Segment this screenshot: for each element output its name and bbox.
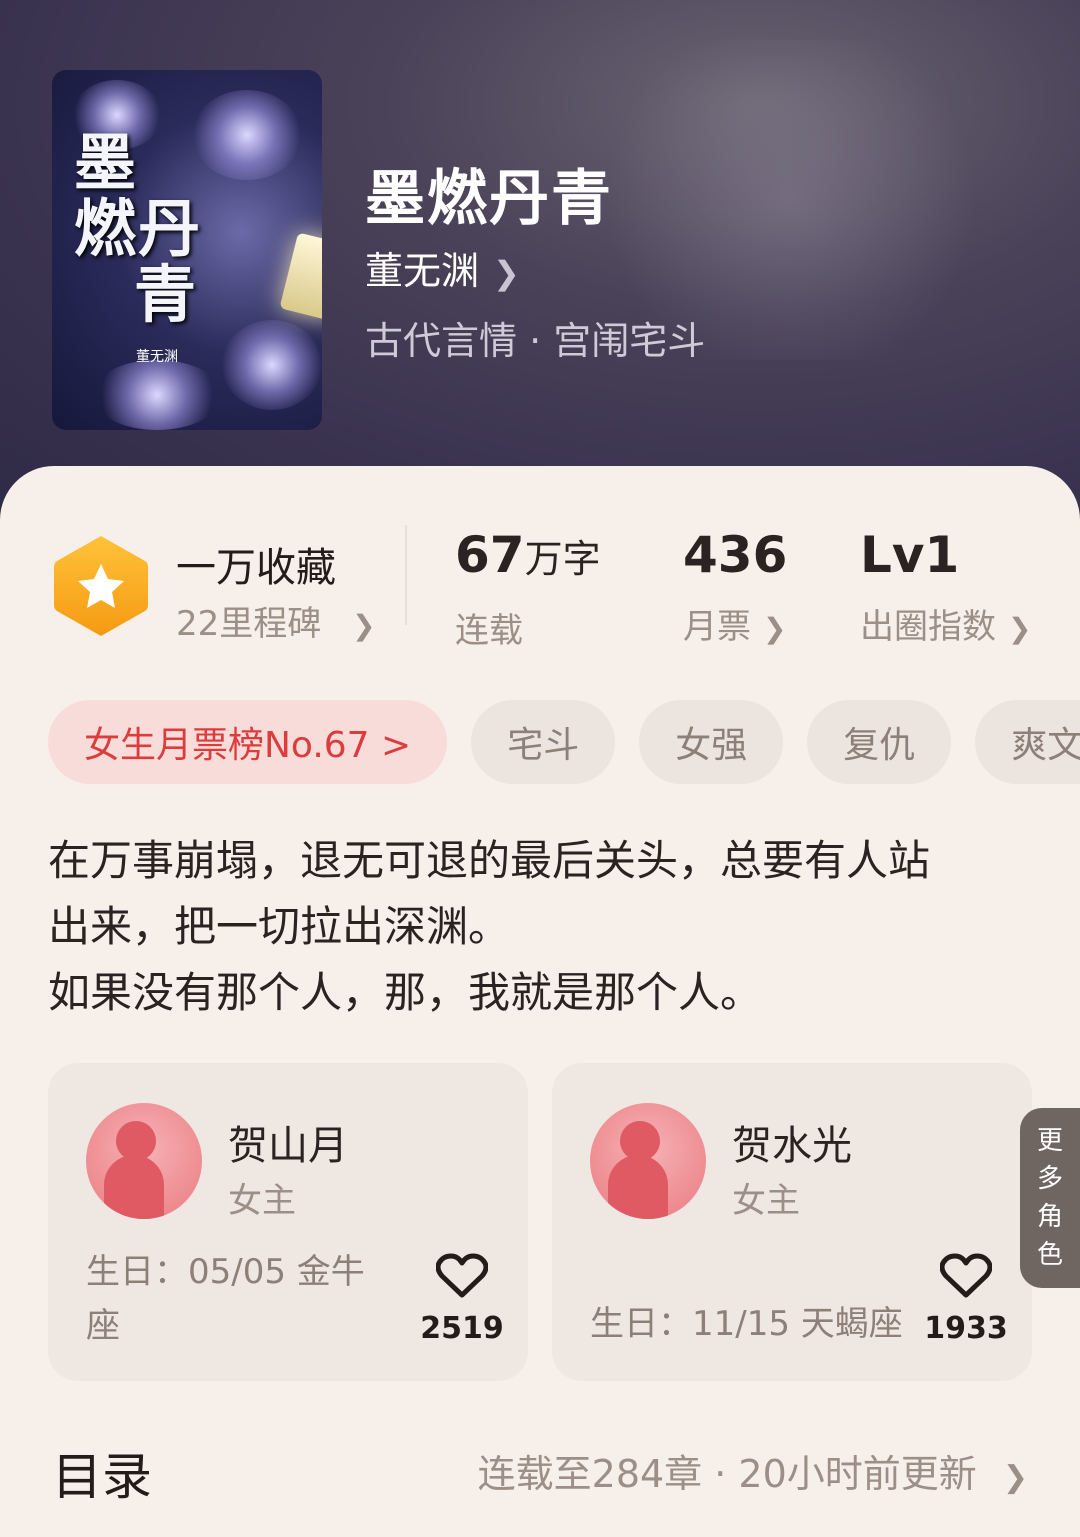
chevron-right-icon: ❯ — [1002, 1460, 1028, 1495]
tag-list: 女生月票榜No.67 > 宅斗 女强 复仇 爽文 — [48, 700, 1080, 784]
book-synopsis[interactable]: 在万事崩塌，退无可退的最后关头，总要有人站 出来，把一切拉出深渊。 如果没有那个… — [48, 828, 1038, 1026]
popularity-label: 出圈指数 — [860, 607, 996, 647]
character-name: 贺山月 — [228, 1123, 348, 1169]
tag-nvqiang[interactable]: 女强 — [639, 700, 784, 784]
character-role: 女主 — [732, 1181, 800, 1221]
heart-icon[interactable] — [940, 1253, 992, 1299]
toc-title: 目录 — [52, 1448, 152, 1506]
ranking-tag[interactable]: 女生月票榜No.67 > — [48, 700, 448, 784]
like-count: 1933 — [924, 1311, 1008, 1346]
more-roles-char: 角 — [1036, 1202, 1063, 1232]
toc-update-info: 连载至284章 · 20小时前更新 — [477, 1452, 977, 1496]
monthly-ticket-stat[interactable]: 436 月票 ❯ — [683, 525, 787, 648]
tag-shuangwen[interactable]: 爽文 — [975, 700, 1080, 784]
cover-blossom — [92, 360, 222, 430]
cover-blossom — [222, 320, 322, 410]
cover-title: 墨 燃丹 青 — [74, 126, 203, 331]
more-characters-button[interactable]: 更 多 角 色 — [1020, 1108, 1080, 1288]
chevron-right-icon: ❯ — [1008, 612, 1032, 645]
character-card[interactable]: 贺水光 女主 生日：11/15 天蝎座 1933 — [552, 1063, 1032, 1381]
cover-author: 董无渊 — [136, 349, 178, 365]
status-label: 连载 — [455, 611, 523, 651]
chevron-right-icon: ❯ — [352, 609, 376, 642]
book-cover[interactable]: 墨 燃丹 青 董无渊 — [52, 70, 322, 430]
cover-lantern — [279, 232, 322, 322]
collection-milestone-title: 一万收藏 — [176, 545, 336, 591]
chevron-right-icon: ❯ — [493, 254, 520, 292]
star-icon — [54, 536, 148, 636]
stats-divider — [405, 525, 407, 625]
tag-zhaidou[interactable]: 宅斗 — [471, 700, 616, 784]
popularity-level: Lv1 — [860, 526, 960, 584]
character-card[interactable]: 贺山月 女主 生日：05/05 金牛 座 2519 — [48, 1063, 528, 1381]
synopsis-line: 在万事崩塌，退无可退的最后关头，总要有人站 — [48, 836, 931, 885]
monthly-ticket-value: 436 — [683, 526, 788, 584]
milestone-label: 22里程碑 — [176, 604, 322, 644]
milestone-link[interactable]: 22里程碑 ❯ — [176, 596, 376, 645]
character-birthday: 生日：11/15 天蝎座 — [590, 1304, 903, 1344]
synopsis-line: 如果没有那个人，那，我就是那个人。 — [48, 968, 763, 1017]
synopsis-line: 出来，把一切拉出深渊。 — [48, 902, 511, 951]
more-roles-char: 多 — [1036, 1164, 1063, 1194]
character-role: 女主 — [228, 1181, 296, 1221]
heart-icon[interactable] — [436, 1253, 488, 1299]
more-roles-char: 色 — [1036, 1240, 1063, 1270]
more-roles-char: 更 — [1036, 1126, 1063, 1156]
book-title: 墨燃丹青 — [365, 164, 613, 234]
book-genre: 古代言情 · 宫闱宅斗 — [365, 319, 706, 363]
word-count-stat: 67万字 连载 — [455, 525, 601, 652]
author-name: 董无渊 — [365, 249, 480, 293]
word-count-unit: 万字 — [524, 537, 601, 581]
toc-link[interactable]: 连载至284章 · 20小时前更新 ❯ — [478, 1443, 1028, 1498]
tag-fuchou[interactable]: 复仇 — [807, 700, 952, 784]
author-link[interactable]: 董无渊 ❯ — [365, 240, 520, 295]
character-name: 贺水光 — [732, 1123, 852, 1169]
character-birthday: 生日：05/05 金牛 座 — [86, 1252, 365, 1346]
word-count-value: 67 — [455, 526, 525, 584]
like-count: 2519 — [420, 1311, 504, 1346]
avatar — [590, 1103, 706, 1219]
monthly-ticket-label: 月票 — [683, 607, 751, 647]
chevron-right-icon: ❯ — [763, 612, 787, 645]
popularity-index-stat[interactable]: Lv1 出圈指数 ❯ — [860, 525, 1031, 648]
avatar — [86, 1103, 202, 1219]
